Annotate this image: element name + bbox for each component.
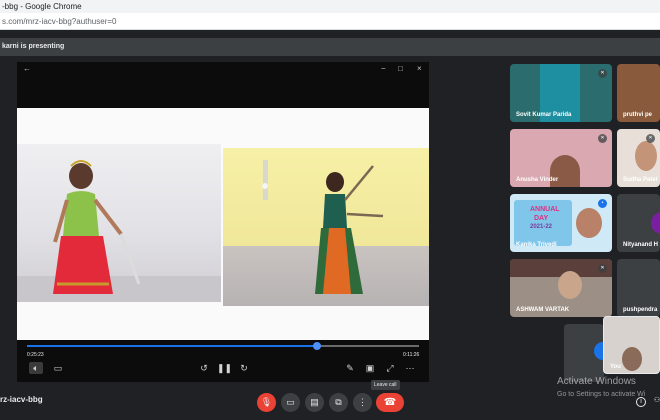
mic-off-icon: ✕ — [598, 264, 607, 273]
back-arrow-icon[interactable]: ← — [23, 64, 31, 74]
participant-tile[interactable]: pushpendra — [617, 259, 660, 317]
browser-title-bar: -bbg - Google Chrome — [0, 0, 660, 13]
mic-toggle-button[interactable]: 🎙︎ — [257, 393, 276, 412]
present-button[interactable]: ⧉ — [329, 393, 348, 412]
rewind-icon[interactable]: ↺ — [197, 362, 211, 374]
leave-call-button[interactable]: ☎︎ — [376, 393, 404, 412]
video-frame[interactable] — [17, 108, 429, 340]
participant-name: Kanika Trivedi — [516, 242, 557, 248]
pause-icon[interactable]: ❚❚ — [217, 362, 232, 374]
window-title: -bbg - Google Chrome — [2, 2, 82, 11]
minimize-icon[interactable]: − — [381, 64, 386, 74]
participant-tile[interactable]: ✕ Sovit Kumar Parida — [510, 64, 612, 122]
self-name: You — [610, 364, 621, 370]
participant-name: Sovit Kumar Parida — [516, 112, 572, 118]
close-icon[interactable]: × — [417, 64, 422, 74]
participant-name: pushpendra — [623, 307, 658, 313]
participant-tile[interactable]: ✕ ASHWAM VARTAK — [510, 259, 612, 317]
video-clip-left — [17, 144, 221, 302]
avatar — [651, 212, 660, 234]
forward-icon[interactable]: ↻ — [237, 362, 251, 374]
participant-name: pruthvi pe — [623, 112, 653, 118]
miniplayer-icon[interactable]: ▣ — [363, 362, 377, 374]
captions-button[interactable]: ▤ — [305, 393, 324, 412]
present-screen-icon: ⧉ — [335, 397, 342, 407]
progress-knob[interactable] — [313, 342, 322, 350]
banner-annual: ANNUAL — [530, 206, 560, 213]
info-icon[interactable]: i — [636, 397, 646, 407]
address-bar[interactable]: s.com/mrz-iacv-bbg?authuser=0 — [0, 13, 660, 30]
duration-time: 0:11:26 — [403, 352, 420, 358]
mic-off-icon: 🎙︎ — [260, 397, 273, 407]
edit-icon[interactable]: ✎ — [343, 362, 357, 374]
mic-off-icon: ✕ — [598, 69, 607, 78]
camera-icon: ▭ — [286, 397, 295, 407]
people-icon[interactable]: ⚇ — [652, 397, 660, 407]
more-options-button[interactable]: ⋮ — [353, 393, 372, 412]
presenting-text: karni is presenting — [2, 43, 65, 50]
hangup-icon: ☎︎ — [383, 397, 397, 408]
presentation-stage[interactable]: ← − □ × 0:25:23 0:11:26 🔈︎ ▭ ↺ ❚❚ ↻ ✎ ▣ … — [17, 62, 429, 382]
mic-off-icon: ✕ — [598, 134, 607, 143]
captions-icon: ▤ — [310, 397, 319, 407]
participant-tile[interactable]: ✕ Sudha Patel — [617, 129, 660, 187]
participant-name: ASHWAM VARTAK — [516, 307, 570, 313]
participant-tile[interactable]: Nityanand H — [617, 194, 660, 252]
participant-name: Nityanand H — [623, 242, 659, 248]
activation-subtitle: Go to Settings to activate Wi — [557, 391, 646, 398]
participant-tile[interactable]: ANNUAL DAY 2021-22 • Kanika Trivedi — [510, 194, 612, 252]
video-clip-right — [223, 148, 429, 306]
maximize-icon[interactable]: □ — [398, 64, 403, 74]
activation-title: Activate Windows — [557, 376, 636, 387]
participant-tile[interactable] — [564, 324, 604, 382]
banner-year: 2021-22 — [530, 224, 553, 230]
video-progress-bar[interactable] — [27, 342, 419, 350]
more-options-icon[interactable]: ⋯ — [403, 362, 417, 374]
mic-off-icon: ✕ — [646, 134, 655, 143]
participant-name: Anusha Vinder — [516, 177, 559, 183]
banner-day: DAY — [534, 215, 549, 222]
current-time: 0:25:23 — [27, 352, 44, 358]
url-text: s.com/mrz-iacv-bbg?authuser=0 — [2, 17, 117, 26]
self-view-tile[interactable]: You — [603, 316, 660, 374]
dancer-left-image — [17, 160, 221, 302]
progress-fill — [27, 345, 318, 347]
more-vert-icon: ⋮ — [358, 397, 367, 407]
presenting-banner: karni is presenting — [0, 38, 660, 56]
camera-toggle-button[interactable]: ▭ — [281, 393, 300, 412]
participant-name: Sudha Patel — [623, 177, 658, 183]
speaking-icon: • — [598, 199, 607, 208]
participant-tile[interactable]: ✕ Anusha Vinder — [510, 129, 612, 187]
dancer-right-image — [262, 160, 384, 294]
volume-icon[interactable]: 🔈︎ — [29, 362, 43, 374]
participant-tile[interactable]: pruthvi pe — [617, 64, 660, 122]
fullscreen-icon[interactable]: ⤢ — [383, 362, 397, 374]
captions-icon[interactable]: ▭ — [51, 362, 65, 374]
leave-call-tooltip: Leave call — [371, 380, 400, 390]
meeting-code: rz-iacv-bbg — [0, 395, 43, 404]
